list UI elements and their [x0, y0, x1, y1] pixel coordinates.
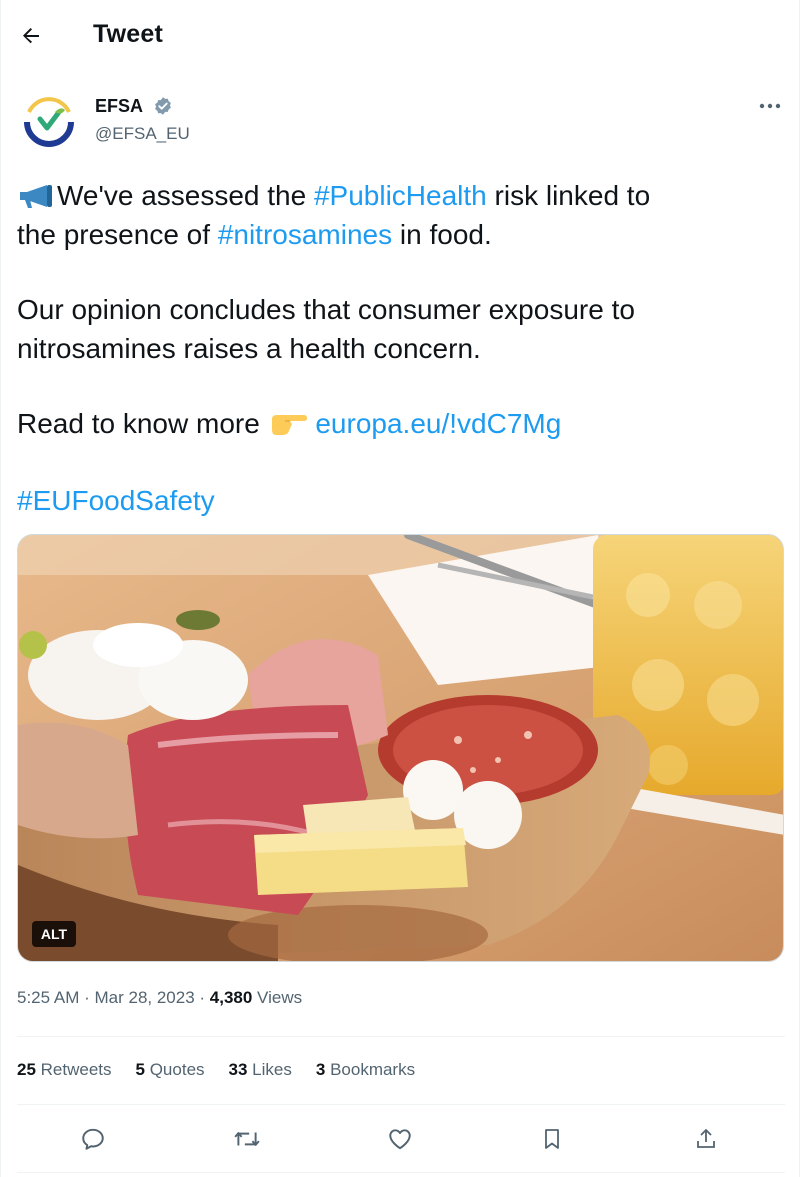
retweet-icon — [234, 1132, 260, 1146]
tweet-read-more-line: Read to know more europa.eu/!vdC7Mg — [17, 404, 787, 443]
retweet-button[interactable] — [229, 1121, 265, 1157]
views-count: 4,380 — [209, 988, 253, 1007]
verified-badge-icon — [155, 97, 171, 115]
megaphone-icon — [20, 185, 52, 208]
tweet-line-2: the presence of #nitrosamines in food. — [17, 215, 787, 254]
tweet-text-segment: the presence of — [17, 219, 218, 250]
hashtag-eu-food-safety[interactable]: #EUFoodSafety — [17, 485, 215, 516]
more-dots-icon — [759, 103, 781, 109]
author-handle[interactable]: @EFSA_EU — [95, 124, 190, 144]
tweet-meta: 5:25 AM · Mar 28, 2023 · 4,380 Views — [17, 988, 302, 1008]
author-name[interactable]: EFSA — [95, 96, 143, 117]
divider — [17, 1104, 785, 1105]
retweets-count: 25 — [17, 1060, 36, 1079]
views-label: Views — [252, 988, 303, 1007]
top-bar: Tweet — [1, 0, 800, 72]
tweet-text-segment: We've assessed the — [57, 180, 314, 211]
bookmark-button[interactable] — [534, 1121, 570, 1157]
share-button[interactable] — [688, 1121, 724, 1157]
bookmarks-label: Bookmarks — [325, 1060, 416, 1079]
hashtag-nitrosamines[interactable]: #nitrosamines — [218, 219, 392, 250]
tweet-paragraph-2: Our opinion concludes that consumer expo… — [17, 294, 635, 364]
bookmarks-stat[interactable]: 3 Bookmarks — [316, 1060, 415, 1080]
tweet-text-segment: in food. — [392, 219, 492, 250]
reply-icon — [82, 1128, 104, 1150]
like-button[interactable] — [382, 1121, 418, 1157]
more-options-button[interactable] — [753, 94, 787, 118]
likes-stat[interactable]: 33 Likes — [229, 1060, 292, 1080]
tweet-line-1: We've assessed the #PublicHealth risk li… — [17, 176, 787, 215]
tweet-media[interactable] — [17, 534, 784, 962]
tweet-line-hashtag: #EUFoodSafety — [17, 481, 787, 520]
retweets-stat[interactable]: 25 Retweets — [17, 1060, 112, 1080]
meta-separator: · — [194, 988, 210, 1007]
bookmarks-count: 3 — [315, 1060, 326, 1079]
page-title: Tweet — [93, 20, 163, 48]
tweet-time[interactable]: 5:25 AM — [17, 988, 79, 1007]
bookmark-icon — [545, 1129, 559, 1149]
reply-button[interactable] — [75, 1121, 111, 1157]
divider — [17, 1036, 785, 1037]
tweet-date[interactable]: Mar 28, 2023 — [94, 988, 194, 1007]
quotes-count: 5 — [135, 1060, 145, 1079]
retweets-label: Retweets — [35, 1060, 112, 1079]
tweet-text: We've assessed the #PublicHealth risk li… — [17, 176, 787, 520]
quotes-stat[interactable]: 5 Quotes — [136, 1060, 205, 1080]
meta-separator: · — [79, 988, 95, 1007]
efsa-logo-icon — [22, 93, 76, 147]
engagement-stats: 25 Retweets 5 Quotes 33 Likes 3 Bookmarks — [17, 1060, 439, 1080]
like-icon — [389, 1129, 411, 1150]
avatar[interactable] — [21, 92, 77, 148]
back-button[interactable] — [13, 18, 49, 54]
tweet-link[interactable]: europa.eu/!vdC7Mg — [315, 408, 561, 439]
divider — [17, 1172, 785, 1173]
tweet-page: Tweet EFSA @EFSA_EU We've assessed the # — [0, 0, 800, 1177]
pointing-right-icon — [271, 415, 307, 435]
quotes-label: Quotes — [144, 1060, 205, 1079]
charcuterie-photo — [18, 535, 783, 961]
likes-count: 33 — [228, 1060, 248, 1079]
arrow-left-icon — [23, 28, 39, 44]
hashtag-public-health[interactable]: #PublicHealth — [314, 180, 487, 211]
likes-label: Likes — [247, 1060, 292, 1079]
tweet-text-segment: risk linked to — [486, 180, 651, 211]
alt-text-badge[interactable]: ALT — [32, 921, 76, 947]
share-icon — [697, 1129, 715, 1148]
tweet-text-segment: Read to know more — [17, 408, 268, 439]
